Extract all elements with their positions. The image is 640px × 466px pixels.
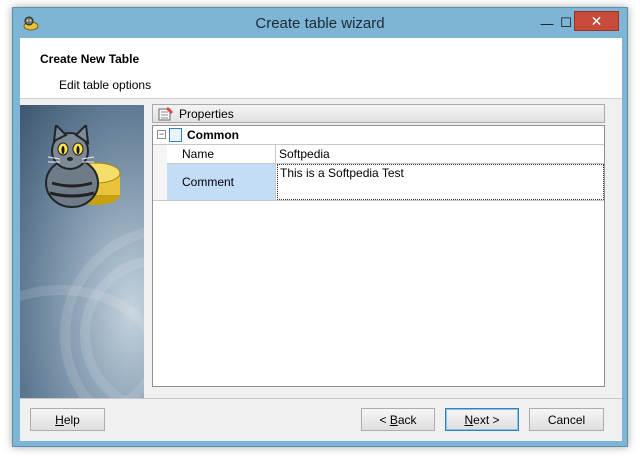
category-icon <box>169 128 182 142</box>
close-button[interactable]: ✕ <box>574 11 619 31</box>
wizard-header: Create New Table Edit table options <box>20 38 622 99</box>
properties-icon <box>158 107 173 121</box>
property-grid[interactable]: − Common Name Softpedia Comment This is … <box>152 125 605 387</box>
property-row-comment[interactable]: Comment This is a Softpedia Test <box>167 164 604 201</box>
wizard-client-area: Create New Table Edit table options Prop… <box>20 38 622 441</box>
grid-indent-column <box>153 145 167 201</box>
category-row[interactable]: − Common <box>153 126 604 145</box>
properties-panel-header: Properties <box>152 104 605 123</box>
property-row-name[interactable]: Name Softpedia <box>167 145 604 164</box>
help-button[interactable]: Help <box>30 408 105 431</box>
property-key: Comment <box>167 164 276 200</box>
wizard-window: Create table wizard — ☐ ✕ Create New Tab… <box>12 7 628 447</box>
name-value-field[interactable]: Softpedia <box>277 145 604 163</box>
property-key: Name <box>167 145 276 163</box>
page-title: Create New Table <box>40 52 140 66</box>
cancel-button[interactable]: Cancel <box>529 408 604 431</box>
properties-label: Properties <box>179 107 234 121</box>
category-label: Common <box>187 128 239 142</box>
wizard-side-image <box>20 105 144 398</box>
page-subtitle: Edit table options <box>59 78 152 92</box>
title-bar[interactable]: Create table wizard — ☐ ✕ <box>13 8 627 38</box>
comment-value-field[interactable]: This is a Softpedia Test <box>277 164 604 200</box>
cat-database-mascot-icon <box>45 125 121 208</box>
button-bar-divider <box>20 398 622 399</box>
next-button[interactable]: Next > <box>445 408 519 431</box>
back-button[interactable]: < Back <box>361 408 435 431</box>
collapse-icon[interactable]: − <box>157 130 166 139</box>
